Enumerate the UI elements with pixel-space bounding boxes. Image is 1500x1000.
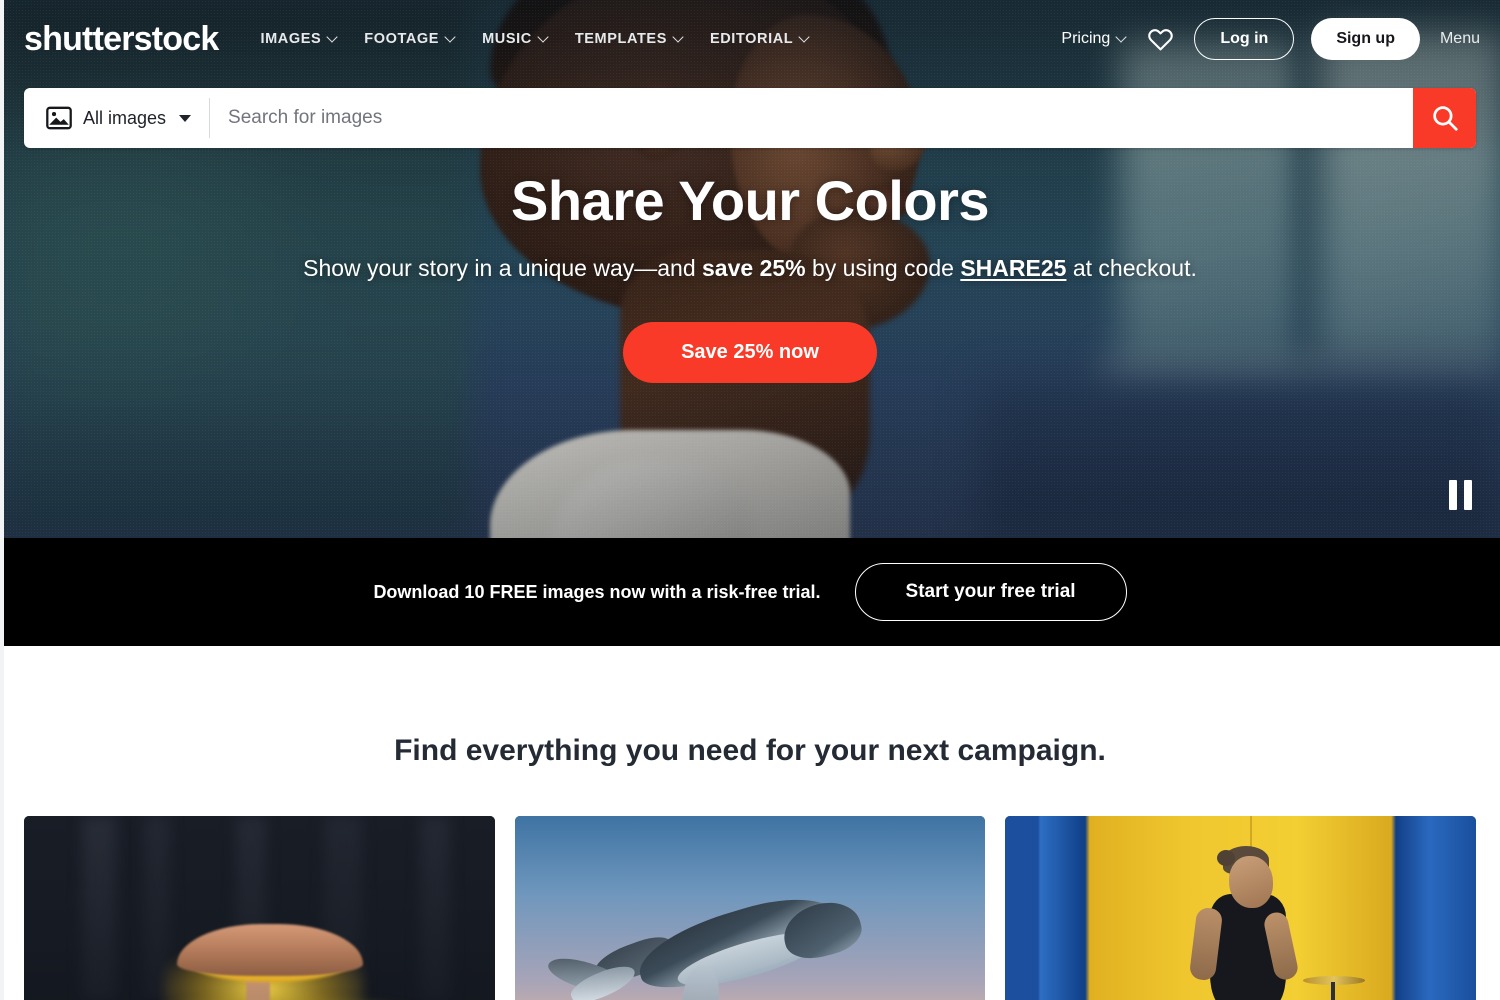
site-header: shutterstock IMAGES FOOTAGE MUSIC TEMPLA… xyxy=(0,0,1500,78)
nav-item-footage[interactable]: FOOTAGE xyxy=(364,31,455,47)
nav-label-footage: FOOTAGE xyxy=(364,31,440,47)
features-section: Find everything you need for your next c… xyxy=(0,646,1500,1000)
signup-button[interactable]: Sign up xyxy=(1311,18,1420,60)
chevron-down-icon xyxy=(1117,33,1126,42)
logo-text: shutterstock xyxy=(24,20,219,58)
hero-cta-button[interactable]: Save 25% now xyxy=(623,322,877,383)
search-type-label: All images xyxy=(83,107,167,128)
nav-label-images: IMAGES xyxy=(260,31,322,47)
hero-content: Share Your Colors Show your story in a u… xyxy=(0,168,1500,383)
feature-card-glowing-mushroom[interactable] xyxy=(24,816,495,1000)
search-submit-button[interactable] xyxy=(1413,88,1476,148)
nav-item-templates[interactable]: TEMPLATES xyxy=(575,31,683,47)
free-trial-banner: Download 10 FREE images now with a risk-… xyxy=(0,538,1500,646)
chevron-down-icon xyxy=(539,33,548,42)
pause-icon xyxy=(1464,480,1472,510)
hero-promo-code[interactable]: SHARE25 xyxy=(960,255,1066,281)
pricing-label: Pricing xyxy=(1061,30,1111,47)
features-heading: Find everything you need for your next c… xyxy=(394,734,1106,767)
hero-subtitle-part1: Show your story in a unique way—and xyxy=(303,255,703,281)
free-trial-text: Download 10 FREE images now with a risk-… xyxy=(373,581,821,602)
feature-card-flying-whale[interactable] xyxy=(514,816,986,1000)
browser-edge xyxy=(0,0,4,1000)
header-actions: Pricing Log in Sign up Menu xyxy=(1061,18,1480,60)
image-icon xyxy=(46,106,72,130)
nav-label-music: MUSIC xyxy=(482,31,532,47)
search-input[interactable] xyxy=(210,89,1413,147)
heart-icon xyxy=(1148,29,1173,51)
feature-card-row xyxy=(0,816,1500,1000)
hero-subtitle: Show your story in a unique way—and save… xyxy=(0,255,1500,282)
pricing-menu[interactable]: Pricing xyxy=(1061,30,1126,48)
nav-item-music[interactable]: MUSIC xyxy=(482,31,548,47)
shutterstock-homepage: shutterstock IMAGES FOOTAGE MUSIC TEMPLA… xyxy=(0,0,1500,1000)
menu-button[interactable]: Menu xyxy=(1440,30,1480,48)
chevron-down-icon xyxy=(179,114,192,122)
start-free-trial-button[interactable]: Start your free trial xyxy=(854,563,1127,621)
pause-icon xyxy=(1449,480,1457,510)
nav-label-templates: TEMPLATES xyxy=(574,31,667,47)
favorites-button[interactable] xyxy=(1143,24,1177,54)
search-icon xyxy=(1432,106,1458,131)
primary-navigation: IMAGES FOOTAGE MUSIC TEMPLATES EDITORIAL xyxy=(260,31,809,47)
hero-subtitle-part3: at checkout. xyxy=(1066,255,1197,281)
search-type-selector[interactable]: All images xyxy=(24,88,209,148)
nav-label-editorial: EDITORIAL xyxy=(709,31,794,47)
chevron-down-icon xyxy=(800,33,809,42)
search-bar: All images xyxy=(24,88,1476,148)
carousel-pause-button[interactable] xyxy=(1443,474,1478,516)
chevron-down-icon xyxy=(446,33,455,42)
hero-title: Share Your Colors xyxy=(511,169,990,232)
login-button[interactable]: Log in xyxy=(1194,18,1295,60)
nav-item-editorial[interactable]: EDITORIAL xyxy=(710,31,809,47)
nav-item-images[interactable]: IMAGES xyxy=(260,31,337,47)
chevron-down-icon xyxy=(674,33,683,42)
feature-card-drummer[interactable] xyxy=(1005,816,1477,1000)
hero-subtitle-discount: save 25% xyxy=(702,255,806,281)
shutterstock-logo[interactable]: shutterstock xyxy=(24,20,219,58)
hero-banner: shutterstock IMAGES FOOTAGE MUSIC TEMPLA… xyxy=(0,0,1500,538)
chevron-down-icon xyxy=(328,33,337,42)
hero-subtitle-part2: by using code xyxy=(805,255,961,281)
